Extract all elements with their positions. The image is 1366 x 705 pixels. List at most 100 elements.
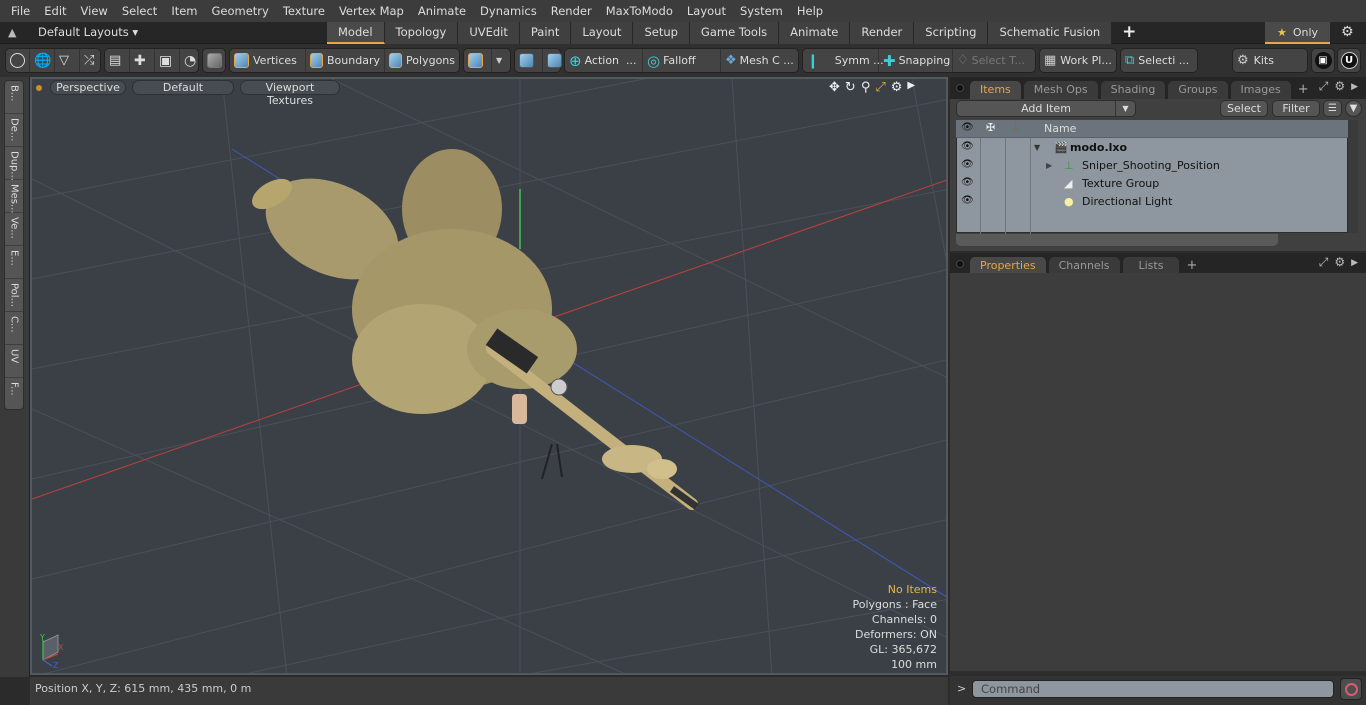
material-mode-dropdown[interactable]: ▼: [492, 49, 506, 72]
menu-render[interactable]: Render: [544, 0, 599, 22]
add-item-button[interactable]: Add Item ▼: [956, 100, 1136, 117]
expand-icon[interactable]: ⤢: [1319, 255, 1329, 271]
gear-icon[interactable]: ⚙: [1341, 24, 1354, 40]
tab-setup[interactable]: Setup: [633, 22, 690, 44]
tab-uvedit[interactable]: UVEdit: [458, 22, 520, 44]
filter-funnel-icon[interactable]: ▼: [1345, 100, 1362, 117]
snapping-button[interactable]: ✚ Snapping: [879, 49, 953, 72]
command-input[interactable]: Command: [972, 680, 1334, 698]
falloff-button[interactable]: ◎ Falloff: [643, 49, 721, 72]
tree-vertical-scrollbar[interactable]: [1348, 120, 1358, 233]
panel-arrow-icon[interactable]: ▶: [1351, 255, 1358, 271]
unreal-button[interactable]: U: [1337, 48, 1361, 73]
panel-arrow-icon[interactable]: ▶: [1351, 79, 1358, 95]
polygons-button[interactable]: Polygons: [385, 49, 459, 72]
tab-mesh-ops[interactable]: Mesh Ops: [1023, 81, 1098, 99]
unity-button[interactable]: ▣: [1311, 48, 1335, 73]
tab-shading[interactable]: Shading: [1100, 81, 1166, 99]
vtab-polygon[interactable]: Pol...: [5, 279, 23, 312]
viewport-gear-icon[interactable]: ⚙: [891, 80, 903, 95]
visibility-eye-icon[interactable]: 👁: [961, 195, 975, 206]
menu-edit[interactable]: Edit: [37, 0, 73, 22]
pivot-button[interactable]: [515, 49, 543, 72]
menu-file[interactable]: File: [4, 0, 37, 22]
vtab-curve[interactable]: C...: [5, 312, 23, 345]
action-center-button[interactable]: ⊕ Action ...: [565, 49, 643, 72]
symmetry-button[interactable]: ❙ Symm ...: [803, 49, 884, 72]
tree-row[interactable]: 👁 ● Directional Light: [956, 193, 1346, 211]
tab-game-tools[interactable]: Game Tools: [689, 22, 780, 44]
visibility-eye-icon[interactable]: 👁: [961, 159, 975, 170]
3d-viewport[interactable]: [30, 77, 948, 675]
tab-render[interactable]: Render: [850, 22, 915, 44]
expand-icon[interactable]: ⤢: [1319, 79, 1329, 95]
visibility-eye-icon[interactable]: 👁: [961, 177, 975, 188]
tab-schematic-fusion[interactable]: Schematic Fusion: [988, 22, 1113, 44]
view-mode-dropdown[interactable]: Perspective: [50, 80, 126, 95]
vtab-duplicate[interactable]: Dup...: [5, 147, 23, 181]
vtab-mesh-edit[interactable]: Mes...: [5, 180, 23, 214]
tree-row[interactable]: 👁 ▼ 🎬 modo.lxo: [956, 139, 1346, 157]
tab-topology[interactable]: Topology: [384, 22, 459, 44]
unwrap-button[interactable]: ✚: [130, 49, 155, 72]
menu-vertex-map[interactable]: Vertex Map: [332, 0, 411, 22]
menu-view[interactable]: View: [74, 0, 115, 22]
vtab-basic[interactable]: B...: [5, 81, 23, 114]
viewport-textures-dropdown[interactable]: Viewport Textures: [240, 80, 340, 107]
record-button[interactable]: [1340, 678, 1362, 700]
select-button[interactable]: Select: [1220, 100, 1268, 117]
select-through-button[interactable]: ♢ Select T...: [953, 49, 1029, 72]
visibility-eye-icon[interactable]: 👁: [961, 141, 975, 152]
name-column-header[interactable]: Name: [1044, 122, 1076, 135]
tab-paint[interactable]: Paint: [519, 22, 572, 44]
tree-horizontal-scrollbar[interactable]: [956, 234, 1278, 246]
add-panel-tab-icon[interactable]: +: [1298, 81, 1309, 99]
globe-button[interactable]: 🌐: [30, 49, 55, 72]
expand-triangle-icon[interactable]: ▼: [1034, 139, 1040, 157]
align-button[interactable]: ▤: [105, 49, 130, 72]
pan-icon[interactable]: ✥: [829, 80, 840, 95]
boundary-button[interactable]: Boundary: [306, 49, 385, 72]
work-plane-button[interactable]: ▦ Work Pl...: [1040, 49, 1116, 72]
add-item-chevron-icon[interactable]: ▼: [1115, 101, 1135, 116]
collapsed-triangle-icon[interactable]: ▶: [1046, 157, 1052, 175]
list-options-icon[interactable]: ☰: [1323, 100, 1342, 117]
menu-system[interactable]: System: [733, 0, 790, 22]
default-layouts-dropdown[interactable]: Default Layouts ▾: [38, 22, 138, 43]
tree-row[interactable]: 👁 ▶ ⊥ Sniper_Shooting_Position: [956, 157, 1346, 175]
dial-button[interactable]: ◔: [180, 49, 204, 72]
panel-gear-icon[interactable]: ⚙: [1334, 255, 1345, 271]
add-tab-button[interactable]: +: [1112, 22, 1146, 44]
shading-dropdown[interactable]: Default: [132, 80, 234, 95]
mesh-constraint-button[interactable]: ❖ Mesh C ...: [721, 49, 798, 72]
tab-groups[interactable]: Groups: [1168, 81, 1228, 99]
tab-layout[interactable]: Layout: [571, 22, 634, 44]
tab-scripting[interactable]: Scripting: [914, 22, 989, 44]
collapse-up-icon[interactable]: ▲: [8, 26, 20, 40]
filter-button[interactable]: Filter: [1272, 100, 1320, 117]
pen-button[interactable]: ▽: [55, 49, 80, 72]
vtab-fusion[interactable]: F...: [5, 378, 23, 411]
menu-animate[interactable]: Animate: [411, 0, 473, 22]
only-button[interactable]: ★ Only: [1265, 22, 1330, 44]
menu-help[interactable]: Help: [790, 0, 830, 22]
tab-images[interactable]: Images: [1230, 81, 1291, 99]
maximize-icon[interactable]: ⤢: [875, 80, 885, 95]
vtab-uv[interactable]: UV: [5, 345, 23, 378]
menu-item[interactable]: Item: [164, 0, 204, 22]
tree-row[interactable]: 👁 ◢ Texture Group: [956, 175, 1346, 193]
circle-select-button[interactable]: [6, 49, 30, 72]
menu-layout[interactable]: Layout: [680, 0, 733, 22]
selection-sets-button[interactable]: ⧉ Selecti ...: [1121, 49, 1193, 72]
material-mode-button[interactable]: [464, 49, 492, 72]
menu-maxtomodo[interactable]: MaxToModo: [599, 0, 680, 22]
menu-dynamics[interactable]: Dynamics: [473, 0, 544, 22]
menu-geometry[interactable]: Geometry: [205, 0, 276, 22]
menu-select[interactable]: Select: [115, 0, 164, 22]
tab-items[interactable]: Items: [970, 81, 1021, 99]
vertices-button[interactable]: Vertices: [230, 49, 306, 72]
kits-button[interactable]: ⚙ Kits: [1233, 49, 1278, 72]
bezier-button[interactable]: ⤮: [80, 49, 104, 72]
vtab-deform[interactable]: De...: [5, 114, 23, 147]
tab-model[interactable]: Model: [327, 22, 385, 44]
